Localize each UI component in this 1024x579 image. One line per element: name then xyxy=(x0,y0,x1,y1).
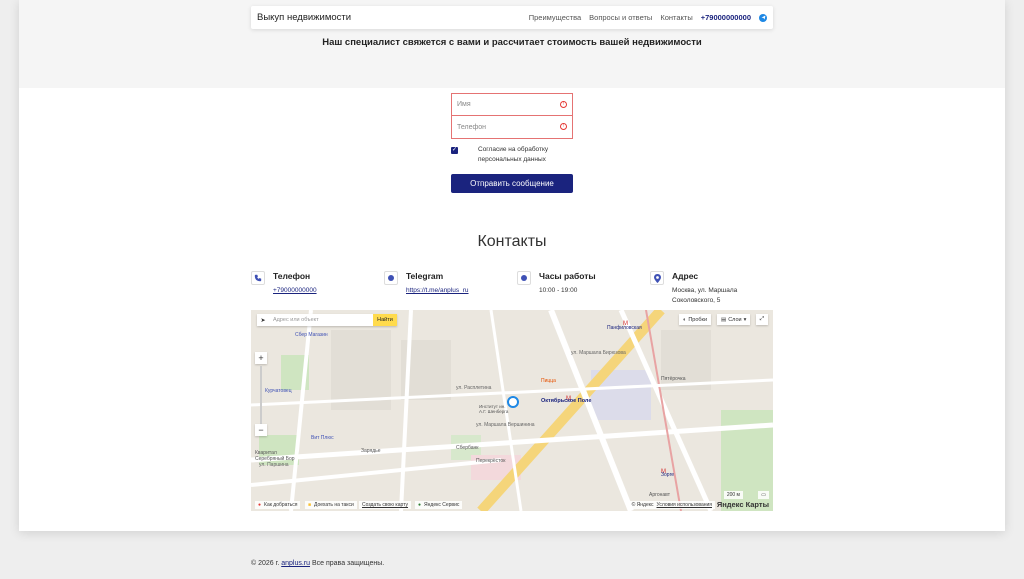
map-label: Сбер Магазин xyxy=(295,332,328,338)
map-label: Октябрьское Поле xyxy=(541,398,592,404)
map-label: Зарядье xyxy=(361,448,381,454)
map-search-bar: ➤ Адрес или объект Найти xyxy=(257,314,397,326)
terms-link[interactable]: Условия использования xyxy=(657,502,713,508)
layers-button[interactable]: ▤ Слои ▾ xyxy=(717,314,751,325)
contact-address-title: Адрес xyxy=(672,271,699,281)
map-label: Зорге xyxy=(661,472,675,478)
clock-icon xyxy=(517,271,531,285)
taxi-icon: ■ xyxy=(308,502,312,508)
page-card: Выкуп недвижимости Преимущества Вопросы … xyxy=(19,0,1005,531)
expand-icon: ⤢ xyxy=(759,316,765,322)
zoom-slider[interactable] xyxy=(260,366,262,426)
traffic-label: Пробки xyxy=(688,316,708,323)
telegram-icon[interactable] xyxy=(759,13,767,22)
phone-icon xyxy=(251,271,265,285)
nav-menu: Преимущества Вопросы и ответы Контакты +… xyxy=(529,13,767,22)
footer-copyright: © 2026 г. xyxy=(251,560,280,567)
map-label: Сбербанк xyxy=(456,445,479,451)
contact-telegram-title: Telegram xyxy=(406,271,444,281)
map-label: Курчатовец xyxy=(265,388,292,394)
contact-hours: Часы работы 10:00 - 19:00 xyxy=(517,271,596,296)
service-icon: ● xyxy=(418,502,422,508)
chevron-down-icon: ▾ xyxy=(743,316,747,323)
nav-item-contacts[interactable]: Контакты xyxy=(660,13,692,22)
fullscreen-button[interactable]: ⤢ xyxy=(756,314,768,325)
map-search-input[interactable]: Адрес или объект xyxy=(269,317,373,323)
service-label: Яндекс Сервис xyxy=(424,502,460,508)
route-button[interactable]: ● Как добраться xyxy=(255,501,301,509)
phone-placeholder: Телефон xyxy=(457,123,487,131)
nav-item-faq[interactable]: Вопросы и ответы xyxy=(589,13,652,22)
map-copyright: © Яндекс Условия использования xyxy=(628,501,715,509)
scale-label: 200 м xyxy=(726,492,740,498)
hero-title: Наш специалист свяжется с вами и рассчит… xyxy=(322,37,702,48)
minus-icon: − xyxy=(258,425,264,435)
plus-icon: + xyxy=(258,353,264,363)
copyright-text: © Яндекс xyxy=(631,502,654,508)
taxi-label: Доехать на такси xyxy=(314,502,354,508)
taxi-button[interactable]: ■ Доехать на такси xyxy=(305,501,357,509)
ruler-button[interactable]: ▭ xyxy=(758,491,769,499)
phone-input[interactable]: Телефон ! xyxy=(451,116,573,139)
map-find-button[interactable]: Найти xyxy=(373,314,397,326)
map-label: Перекрёсток xyxy=(476,458,506,464)
layers-icon: ▤ xyxy=(721,316,727,323)
consent-row: ✓ Согласие на обработку персональных дан… xyxy=(451,145,573,165)
route-pin-icon: ● xyxy=(258,502,262,508)
nav-item-advantages[interactable]: Преимущества xyxy=(529,13,581,22)
map-label: Пятёрочка xyxy=(661,376,686,382)
map-label: ул. Расплетина xyxy=(456,385,492,391)
contact-address: Адрес Москва, ул. Маршала Соколовского, … xyxy=(650,271,756,306)
brand-logo[interactable]: Выкуп недвижимости xyxy=(257,12,351,23)
map-label: Панфиловская xyxy=(607,325,642,331)
route-label: Как добраться xyxy=(264,502,298,508)
traffic-icon: ◐ xyxy=(683,316,687,323)
name-placeholder: Имя xyxy=(457,101,471,108)
zoom-out-button[interactable]: − xyxy=(255,424,267,436)
yandex-map[interactable]: M M M Октябрьское Поле Панфиловская Зорг… xyxy=(251,310,773,511)
map-label: ул. Маршала Вершинина xyxy=(476,422,535,428)
contact-phone-title: Телефон xyxy=(273,271,311,281)
contact-hours-value: 10:00 - 19:00 xyxy=(539,287,578,294)
consent-checkbox[interactable]: ✓ xyxy=(451,147,458,154)
yandex-maps-logo[interactable]: Яндекс Карты xyxy=(717,500,769,509)
navigation-arrow-icon[interactable]: ➤ xyxy=(257,317,269,324)
name-input[interactable]: Имя ! xyxy=(451,93,573,116)
top-navbar: Выкуп недвижимости Преимущества Вопросы … xyxy=(251,6,773,29)
contact-phone-link[interactable]: +79000000000 xyxy=(273,286,317,296)
footer-site-link[interactable]: anplus.ru xyxy=(281,560,310,567)
map-scale: 200 м xyxy=(723,491,743,499)
yandex-service-badge[interactable]: ● Яндекс Сервис xyxy=(415,501,463,509)
error-icon: ! xyxy=(560,101,567,108)
ruler-icon: ▭ xyxy=(761,492,766,498)
map-label: Институт ин. А.Г. Шенберга xyxy=(479,404,509,414)
map-label: ул. Маршала Бирюзова xyxy=(571,350,626,356)
contact-address-value: Москва, ул. Маршала Соколовского, 5 xyxy=(672,287,738,304)
map-label: ул. Паршина xyxy=(259,462,289,468)
consent-label: Согласие на обработку персональных данны… xyxy=(478,146,549,163)
contact-phone: Телефон +79000000000 xyxy=(251,271,317,296)
map-label: Аргонавт xyxy=(649,492,670,498)
map-label: Пицца xyxy=(541,378,556,384)
contact-telegram: Telegram https://t.me/anplus_ru xyxy=(384,271,469,296)
traffic-button[interactable]: ◐ Пробки xyxy=(679,314,712,325)
telegram-icon xyxy=(384,271,398,285)
callback-form: Имя ! Телефон ! ✓ Согласие на обработку … xyxy=(451,93,573,193)
footer-rights: Все права защищены. xyxy=(311,560,385,567)
nav-phone-link[interactable]: +79000000000 xyxy=(701,13,751,22)
map-label: Кваритал Серебряный Бор xyxy=(255,450,295,462)
contact-hours-title: Часы работы xyxy=(539,271,596,281)
error-icon: ! xyxy=(560,123,567,130)
footer: © 2026 г. anplus.ru Все права защищены. xyxy=(251,560,384,567)
zoom-in-button[interactable]: + xyxy=(255,352,267,364)
location-pin-icon xyxy=(650,271,664,285)
contacts-title: Контакты xyxy=(477,233,547,250)
map-label: Вит Плюс xyxy=(311,435,334,441)
submit-button[interactable]: Отправить сообщение xyxy=(451,174,573,193)
contact-telegram-link[interactable]: https://t.me/anplus_ru xyxy=(406,286,469,296)
layers-label: Слои xyxy=(728,316,742,323)
create-map-link[interactable]: Создать свою карту xyxy=(359,501,412,509)
